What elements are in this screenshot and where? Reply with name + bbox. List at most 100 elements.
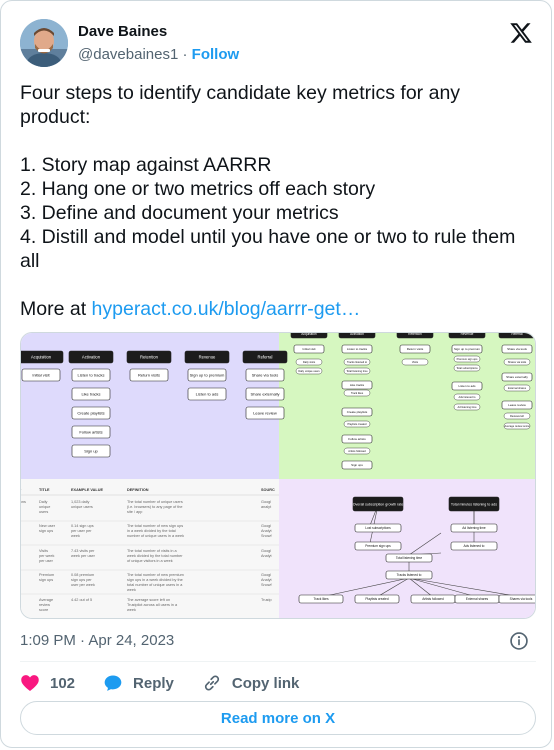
table-cell-line: of unique visitors in a week	[127, 559, 173, 563]
tweet-media[interactable]: Acquisition Activation Retention Revenue Ref…	[20, 332, 536, 619]
stage-header: Referral	[242, 350, 288, 364]
metric-pill-label: Total subscriptions	[456, 366, 478, 370]
story-card: Share externally	[501, 372, 533, 382]
table-cell-line: Average	[39, 598, 53, 602]
metric-pill-label: Ads listened to	[458, 395, 476, 399]
table-cell-line: per user per	[71, 529, 92, 533]
metric-pill: Ad listening time	[453, 403, 481, 411]
story-card-label: Listen to tracks	[347, 347, 368, 351]
metric-pill: Total subscriptions	[453, 364, 481, 372]
stage-header-label: Activation	[350, 333, 364, 336]
story-card-label: Sign up	[84, 448, 98, 453]
link-icon	[204, 675, 219, 691]
tree-node-label: Tracks listened to	[397, 573, 422, 577]
story-card: Share via tools	[501, 344, 533, 354]
tree-node-label: Ad listening time	[462, 526, 486, 530]
handle-separator: ·	[178, 46, 192, 63]
table-header-cell: DEFINITION	[127, 488, 149, 492]
table-cell-line: total number of unique users in a	[127, 583, 183, 587]
follow-button[interactable]: Follow	[192, 46, 240, 63]
story-card: Like tracks	[71, 387, 111, 401]
info-icon[interactable]	[509, 631, 529, 651]
metrics-map-panel	[279, 333, 535, 479]
story-card-label: Return visits	[138, 372, 160, 377]
tree-top-node: Total minutes listening to ads	[448, 496, 500, 512]
story-card-label: Create playlists	[77, 410, 104, 415]
stage-header: Revenue	[448, 333, 486, 339]
author-handle[interactable]: @davebaines1	[78, 46, 178, 63]
stage-header: Revenue	[184, 350, 230, 364]
table-cell-line: in a week divided by the total	[127, 529, 176, 533]
metric-pill: Daily unique users	[295, 367, 323, 375]
story-card: Listen to tracks	[71, 368, 111, 382]
tree-mid-node: Ad listening time	[450, 523, 498, 533]
table-cell-line: sign ups in a week divided by the	[127, 578, 183, 582]
tree-mid-node: Premium sign ups	[354, 541, 402, 551]
metric-pill: Track likes	[343, 389, 371, 397]
table-cell-line: Trustpilot across all users in a	[127, 603, 178, 607]
story-card-label: Share via tools	[252, 372, 278, 377]
tweet-timestamp[interactable]: 1:09 PM · Apr 24, 2023	[20, 632, 174, 649]
tree-leaf-node: Shares via tools	[498, 594, 535, 604]
table-cell-line: 1,023 daily	[71, 500, 89, 504]
story-card: Leave review	[501, 400, 533, 410]
story-card: Sign up to premium	[451, 344, 483, 354]
story-card: Share externally	[245, 387, 285, 401]
table-cell-line: Googl	[261, 524, 271, 528]
table-cell-line: score	[39, 608, 48, 612]
stage-header: Referral	[498, 333, 535, 339]
table-cell-line: Googl	[261, 549, 271, 553]
stage-header-label: Referral	[258, 354, 273, 359]
tree-leaf-node: Track likes	[298, 594, 344, 604]
story-card-label: Sign ups	[351, 463, 363, 467]
table-cell-line: analyt	[261, 505, 272, 509]
author-name[interactable]: Dave Baines	[78, 23, 167, 40]
stage-header: Retention	[396, 333, 434, 339]
story-card-label: Like tracks	[350, 383, 365, 387]
metric-pill-label: Visits	[412, 360, 419, 364]
table-cell-line: week	[127, 608, 136, 612]
table-cell-line: Googl	[261, 573, 271, 577]
table-cell-line: users	[39, 510, 48, 514]
reply-label: Reply	[133, 674, 174, 692]
table-cell-line: The total number of unique users	[127, 500, 183, 504]
like-button[interactable]: 102	[20, 673, 75, 693]
stage-header-label: Revenue	[199, 354, 216, 359]
tree-node-label: Shares via tools	[510, 597, 533, 601]
copy-link-button[interactable]: Copy link	[202, 673, 299, 693]
stage-header-label: Retention	[408, 333, 422, 336]
story-card-label: Initial visit	[32, 372, 50, 377]
metric-pill-label: Playlists created	[348, 422, 367, 426]
metric-pill-label: Shares via tools	[508, 360, 527, 364]
story-card: Like tracks	[341, 380, 373, 390]
x-logo-icon[interactable]	[509, 21, 533, 45]
metric-pill-label: Daily visits	[303, 360, 316, 364]
avatar[interactable]	[20, 19, 68, 67]
table-cell-line: Analyt	[261, 578, 272, 582]
author-handle-row: @davebaines1 · Follow	[78, 46, 239, 63]
table-cell-line: itions	[21, 500, 26, 504]
table-cell-line: Daily	[39, 500, 48, 504]
tweet-link[interactable]: hyperact.co.uk/blog/aarrr-get…	[92, 298, 361, 320]
metric-pill: Total listening time	[343, 367, 371, 375]
story-card-label: Listen to ads	[458, 384, 476, 388]
story-card: Share via tools	[245, 368, 285, 382]
metric-pill-label: Daily unique users	[298, 369, 320, 373]
table-cell-line: sign ups	[39, 529, 53, 533]
reply-button[interactable]: Reply	[103, 673, 174, 693]
metric-pill: Playlists created	[343, 420, 371, 428]
read-more-button[interactable]: Read more on X	[20, 701, 536, 735]
tweet-text: Four steps to identify candidate key met…	[20, 81, 535, 321]
story-card-label: Follow artists	[79, 429, 102, 434]
tree-node-label: Premium sign ups	[365, 544, 391, 548]
table-cell-line: Googl	[261, 500, 271, 504]
stage-header: Activation	[338, 333, 376, 339]
metric-pill-label: Reviews left	[510, 414, 524, 418]
table-cell-line: review	[39, 603, 50, 607]
metric-pill-label: Artists followed	[348, 449, 366, 453]
table-header-cell: EXAMPLE VALUE	[71, 488, 103, 492]
metric-pill: External shares	[503, 384, 531, 392]
table-cell-line: The total number of new sign ups	[127, 524, 183, 528]
tree-node-label: Overall subscription growth rate	[353, 502, 404, 506]
table-cell-line: unique	[39, 505, 50, 509]
